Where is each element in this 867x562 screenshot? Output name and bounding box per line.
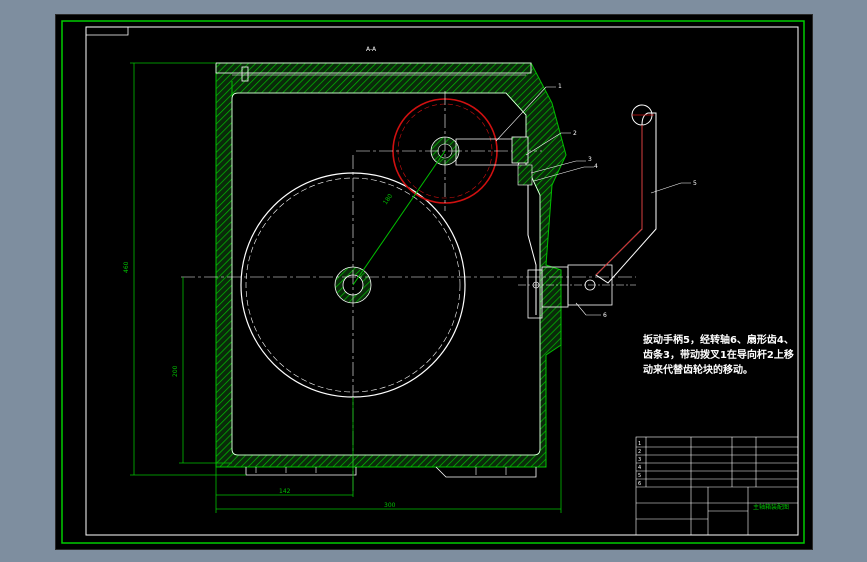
center-distance-line [352, 150, 446, 286]
cad-viewport[interactable]: A-A 180 1 2 3 4 5 6 460 200 142 300 1 2 … [55, 14, 813, 550]
title-row-label: 6 [638, 481, 641, 487]
part-label: 2 [573, 130, 577, 137]
housing-wall [215, 62, 567, 468]
title-row-label: 2 [638, 449, 641, 455]
part-label: 3 [588, 156, 592, 163]
handle-5 [595, 112, 657, 284]
part-label: 5 [693, 180, 697, 187]
guide-rod [521, 164, 537, 315]
drawing-title: 主轴箱装配图 [753, 503, 789, 511]
part-label: 6 [603, 312, 607, 319]
svg-text:200: 200 [172, 365, 179, 377]
svg-text:460: 460 [123, 261, 130, 273]
svg-text:300: 300 [384, 502, 396, 509]
leader-lines [495, 86, 691, 316]
drawing-canvas: A-A 180 1 2 3 4 5 6 460 200 142 300 1 2 … [61, 20, 805, 544]
housing-inner-contour [231, 92, 541, 456]
part-labels: 1 2 3 4 5 6 [558, 83, 697, 319]
title-block [635, 436, 799, 536]
section-mark: A-A [366, 46, 377, 53]
part-label: 1 [558, 83, 562, 90]
part-label: 4 [594, 163, 598, 170]
rack [517, 164, 533, 186]
svg-text:180: 180 [382, 193, 394, 207]
svg-text:142: 142 [279, 488, 291, 495]
title-row-label: 5 [638, 473, 641, 479]
frame-corner-tab [86, 27, 129, 36]
assembly-note: 扳动手柄5，经转轴6、扇形齿4、齿条3，带动拨叉1在导向杆2上移动来代替齿轮块的… [643, 335, 794, 376]
title-row-label: 3 [638, 457, 641, 463]
housing-feet [245, 466, 537, 478]
title-row-label: 1 [638, 441, 641, 447]
title-row-label: 4 [638, 465, 641, 471]
